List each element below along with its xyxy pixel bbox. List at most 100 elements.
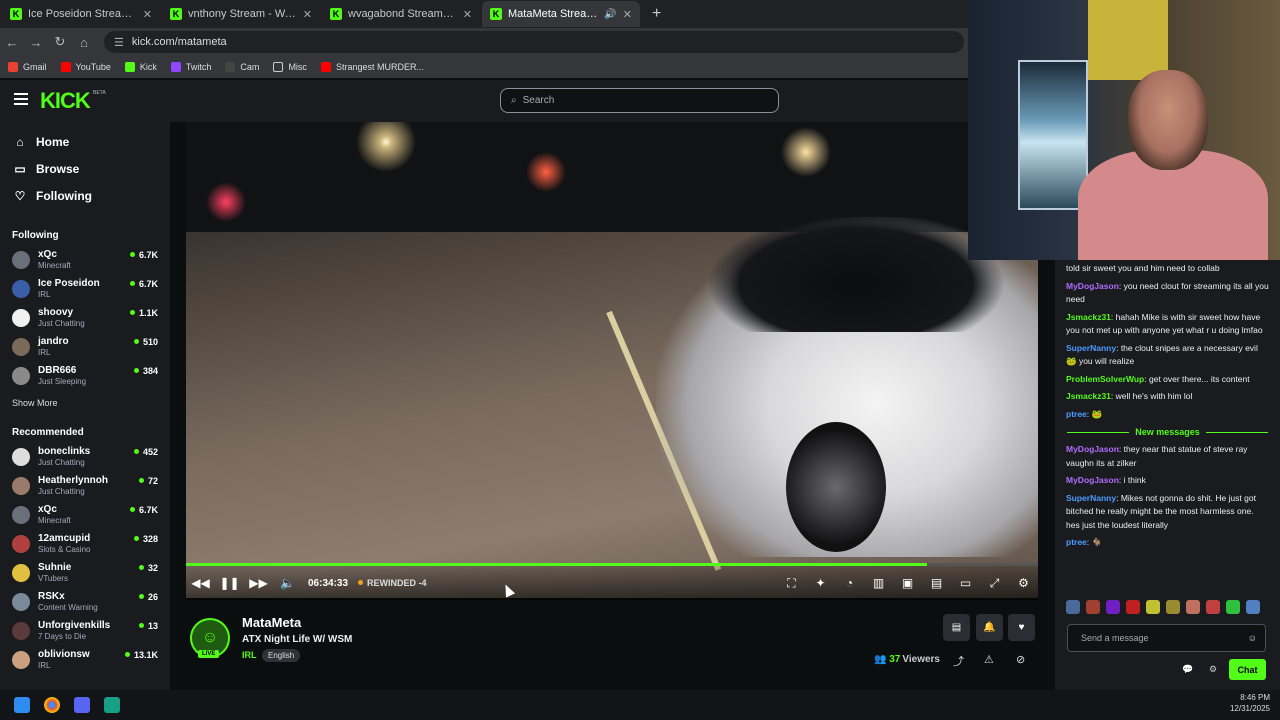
- chat-username[interactable]: ProblemSolverWup: [1066, 374, 1144, 384]
- chat-message: ptree: 🐐: [1066, 537, 1103, 547]
- browser-tab[interactable]: K Ice Poseidon Stream - Watch Live on Kic…: [2, 1, 160, 27]
- bookmark-youtube[interactable]: YouTube: [60, 62, 111, 72]
- channel-item[interactable]: shoovy Just Chatting 1.1K: [0, 303, 170, 332]
- settings-gear-icon[interactable]: ⚙: [1009, 576, 1038, 591]
- forward-icon[interactable]: →: [24, 35, 48, 50]
- webcam-person-head: [1128, 70, 1208, 170]
- bookmark-gmail[interactable]: Gmail: [8, 62, 47, 72]
- mini-player-icon[interactable]: ▤: [922, 576, 951, 591]
- chat-bubble-icon[interactable]: 💬: [1182, 664, 1193, 675]
- chat-username[interactable]: SuperNanny: [1066, 493, 1116, 503]
- rewind-icon[interactable]: ◀◀: [186, 576, 215, 590]
- app-icon[interactable]: [104, 697, 120, 713]
- fast-forward-icon[interactable]: ▶▶: [244, 576, 273, 590]
- clip-icon[interactable]: ⛶: [777, 576, 806, 591]
- chat-username[interactable]: ptree: [1066, 537, 1087, 547]
- video-player[interactable]: [186, 122, 1038, 598]
- bookmark-misc[interactable]: Misc: [273, 62, 307, 72]
- share-icon[interactable]: ⤴: [953, 653, 964, 669]
- address-bar[interactable]: ☰ kick.com/matameta: [104, 31, 964, 53]
- language-tag[interactable]: English: [262, 649, 301, 662]
- show-more-link[interactable]: Show More: [0, 394, 170, 412]
- volume-icon[interactable]: 🔈: [273, 576, 302, 590]
- channel-item[interactable]: Ice Poseidon IRL 6.7K: [0, 274, 170, 303]
- bookmark-cam[interactable]: Cam: [225, 62, 259, 72]
- emote-icon[interactable]: [1086, 600, 1100, 614]
- new-messages-divider[interactable]: New messages: [1055, 423, 1280, 441]
- streamer-name[interactable]: MataMeta: [242, 615, 301, 630]
- chrome-icon[interactable]: [44, 697, 60, 713]
- fullscreen-icon[interactable]: ⤢: [980, 576, 1009, 591]
- emote-icon[interactable]: [1146, 600, 1160, 614]
- speed-icon[interactable]: ◔: [835, 576, 864, 591]
- bookmark-twitch[interactable]: Twitch: [170, 62, 211, 72]
- speaker-icon[interactable]: 🔊: [604, 9, 616, 20]
- hide-chat-icon[interactable]: ⊘: [1016, 653, 1025, 666]
- site-info-icon[interactable]: ☰: [114, 36, 124, 49]
- chat-message: ptree: 🐸: [1066, 408, 1103, 419]
- browser-tab[interactable]: Kwvagabond Stream - Watch Live on Kick ✕: [322, 1, 480, 27]
- sparkle-icon[interactable]: ✦: [806, 576, 835, 591]
- close-tab-icon[interactable]: ✕: [623, 8, 632, 21]
- chat-username[interactable]: ptree: [1066, 409, 1087, 419]
- emote-icon[interactable]: [1186, 600, 1200, 614]
- channel-item[interactable]: Suhnie VTubers 32: [0, 558, 170, 587]
- emoji-icon[interactable]: ☺: [1248, 633, 1257, 643]
- clip-button[interactable]: ▤: [943, 614, 970, 641]
- channel-item[interactable]: RSKx Content Warning 26: [0, 587, 170, 616]
- channel-item[interactable]: 12amcupid Slots & Casino 328: [0, 529, 170, 558]
- pip-icon[interactable]: ▣: [893, 576, 922, 591]
- nav-home[interactable]: ⌂ Home: [0, 128, 170, 155]
- reload-icon[interactable]: ↻: [48, 34, 72, 50]
- channel-item[interactable]: Heatherlynnoh Just Chatting 72: [0, 471, 170, 500]
- chat-input[interactable]: Send a message ☺: [1067, 624, 1266, 652]
- report-icon[interactable]: ⚠: [984, 653, 994, 666]
- channel-item[interactable]: oblivionsw IRL 13.1K: [0, 645, 170, 674]
- search-input[interactable]: ⌕ Search: [500, 88, 779, 113]
- menu-icon[interactable]: [14, 93, 28, 105]
- channel-item[interactable]: DBR666 Just Sleeping 384: [0, 361, 170, 390]
- nav-browse[interactable]: ▭ Browse: [0, 155, 170, 182]
- home-icon[interactable]: ⌂: [72, 35, 96, 50]
- notify-button[interactable]: 🔔: [976, 614, 1003, 641]
- emote-icon[interactable]: [1226, 600, 1240, 614]
- emote-icon[interactable]: [1206, 600, 1220, 614]
- channel-item[interactable]: xQc Minecraft 6.7K: [0, 245, 170, 274]
- back-icon[interactable]: ←: [0, 35, 24, 50]
- follow-button[interactable]: ♥: [1008, 614, 1035, 641]
- stats-icon[interactable]: ▥: [864, 576, 893, 591]
- bookmark-strangest-murder[interactable]: Strangest MURDER...: [320, 62, 424, 72]
- emote-icon[interactable]: [1126, 600, 1140, 614]
- close-tab-icon[interactable]: ✕: [143, 8, 152, 21]
- emote-icon[interactable]: [1106, 600, 1120, 614]
- windows-start-icon[interactable]: [14, 697, 30, 713]
- discord-icon[interactable]: [74, 697, 90, 713]
- kick-logo[interactable]: KICK: [40, 88, 91, 114]
- browser-tab-active[interactable]: K MataMeta Stream - Watch Live on Kick 🔊 ✕: [482, 1, 640, 27]
- chat-username[interactable]: Jsmackz31: [1066, 391, 1111, 401]
- close-tab-icon[interactable]: ✕: [463, 8, 472, 21]
- bookmark-kick[interactable]: Kick: [124, 62, 157, 72]
- channel-item[interactable]: jandro IRL 510: [0, 332, 170, 361]
- emote-icon[interactable]: [1166, 600, 1180, 614]
- browser-tab[interactable]: Kvnthony Stream - Watch Live on Kick ✕: [162, 1, 320, 27]
- theater-mode-icon[interactable]: ▭: [951, 576, 980, 591]
- chat-username[interactable]: MyDogJason: [1066, 444, 1119, 454]
- emote-icon[interactable]: [1066, 600, 1080, 614]
- stream-category[interactable]: IRL: [242, 650, 257, 660]
- chat-username[interactable]: MyDogJason: [1066, 475, 1119, 485]
- channel-item[interactable]: boneclinks Just Chatting 452: [0, 442, 170, 471]
- chat-username[interactable]: MyDogJason: [1066, 281, 1119, 291]
- chat-username[interactable]: Jsmackz31: [1066, 312, 1111, 322]
- emote-icon[interactable]: [1246, 600, 1260, 614]
- chat-username[interactable]: SuperNanny: [1066, 343, 1116, 353]
- chat-settings-icon[interactable]: ⚙: [1209, 664, 1217, 675]
- chat-send-button[interactable]: Chat: [1229, 659, 1266, 680]
- channel-item[interactable]: Unforgivenkills 7 Days to Die 13: [0, 616, 170, 645]
- channel-item[interactable]: xQc Minecraft 6.7K: [0, 500, 170, 529]
- close-tab-icon[interactable]: ✕: [303, 8, 312, 21]
- nav-following[interactable]: ♡ Following: [0, 182, 170, 209]
- new-tab-icon[interactable]: +: [652, 5, 661, 23]
- pause-icon[interactable]: ❚❚: [215, 576, 244, 590]
- channel-avatar: [12, 447, 30, 466]
